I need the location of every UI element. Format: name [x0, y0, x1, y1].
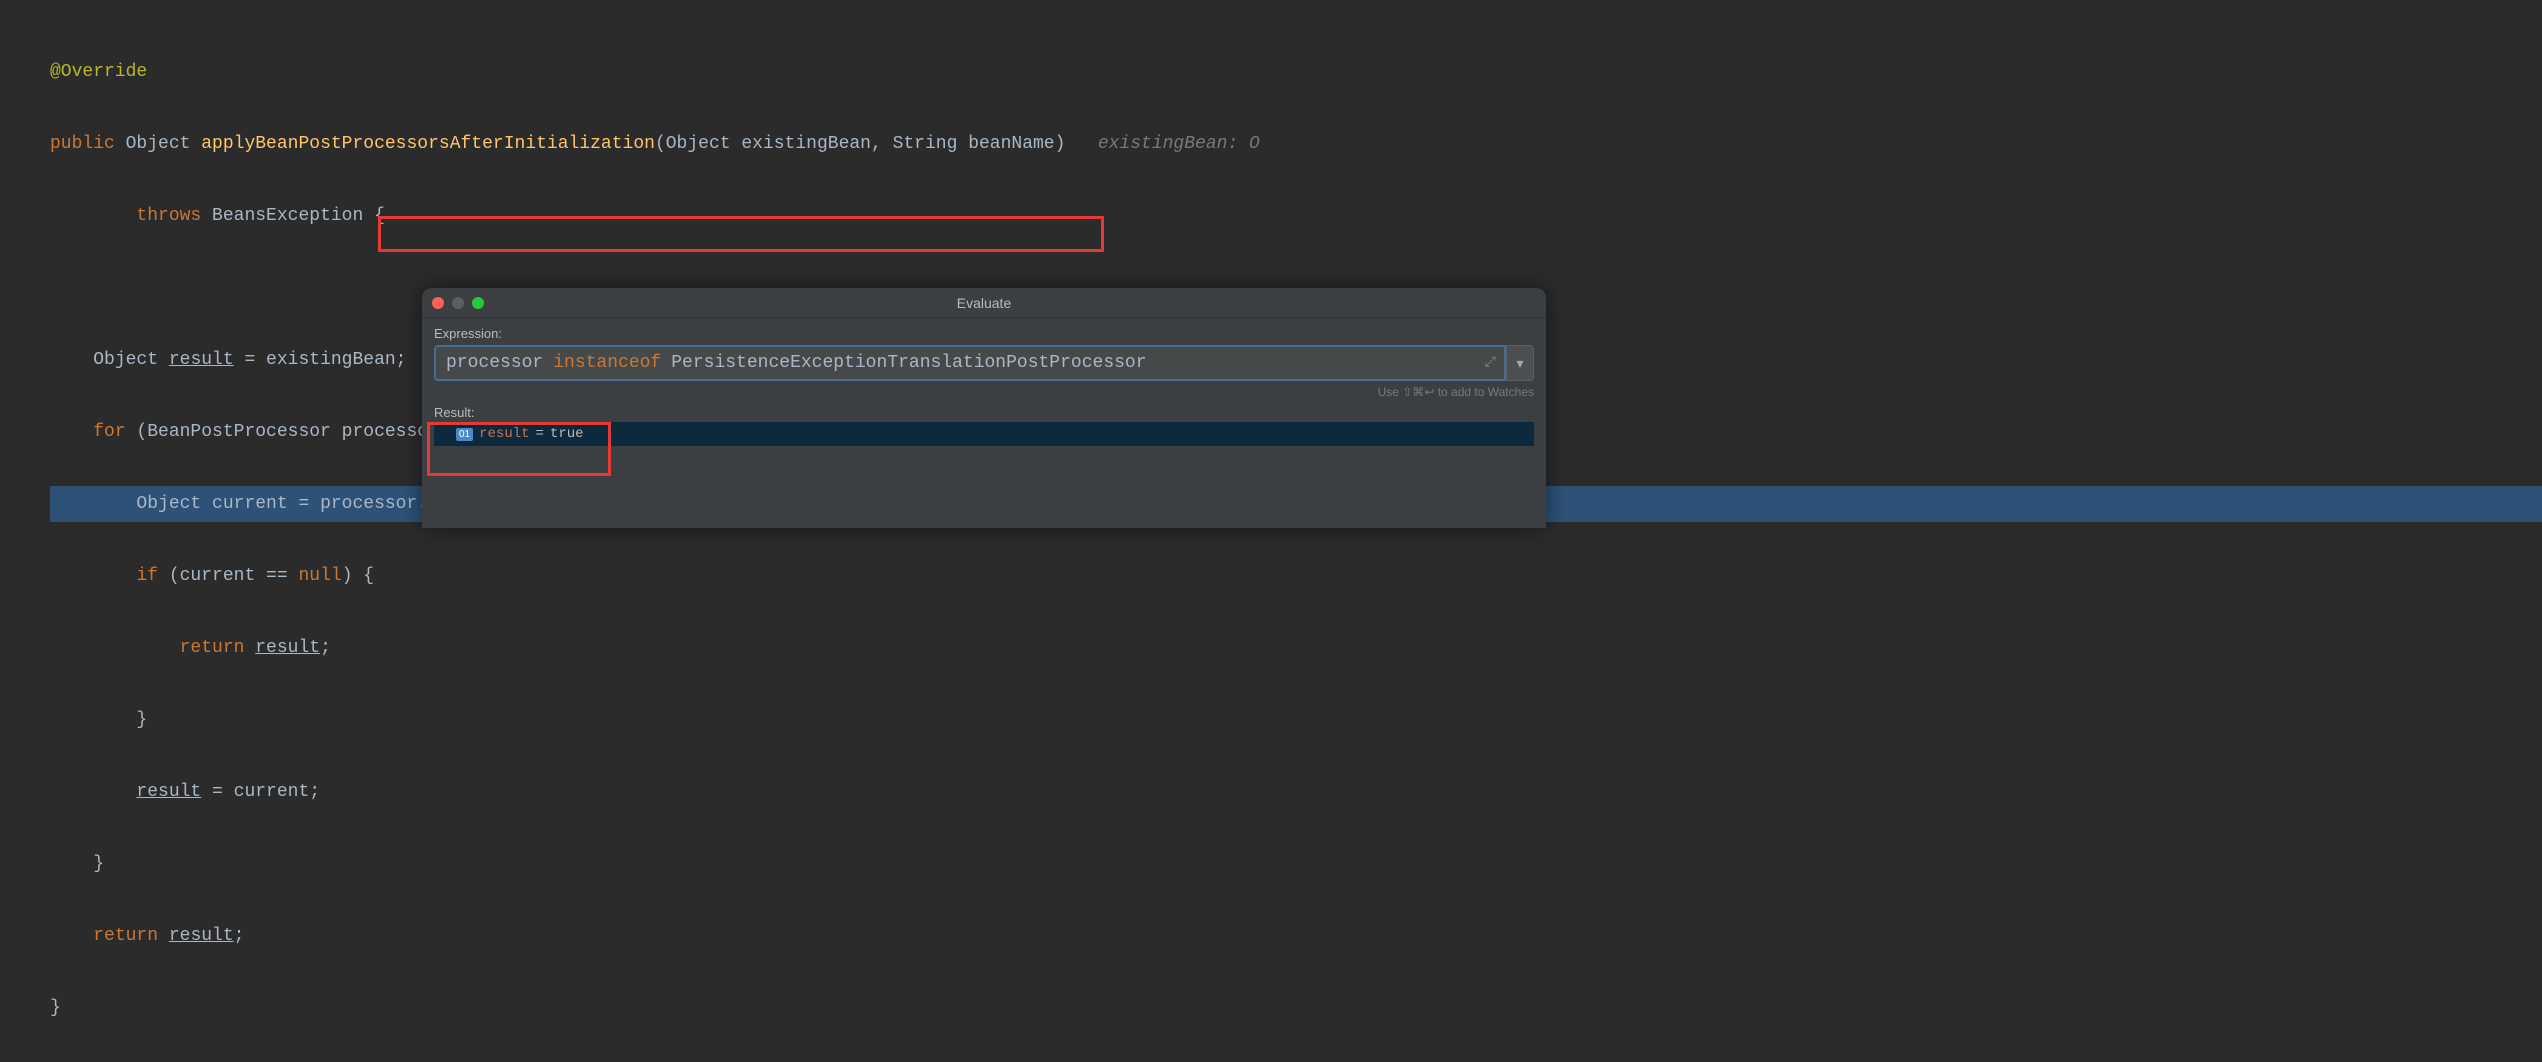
var-result-assign: result: [136, 782, 201, 802]
expr-token-processor: processor: [446, 353, 543, 373]
var-result: result: [169, 350, 234, 370]
decl-object: Object: [93, 350, 169, 370]
kw-if: if: [136, 566, 158, 586]
result-type-badge: 01: [456, 428, 473, 441]
shortcut-hint: Use ⇧⌘↩ to add to Watches: [434, 385, 1534, 399]
result-eq: =: [536, 426, 544, 442]
assign-current: = current;: [201, 782, 320, 802]
annotation-override: @Override: [50, 62, 147, 82]
minimize-button[interactable]: [452, 297, 464, 309]
result-var-name: result: [479, 426, 529, 442]
kw-public: public: [50, 134, 115, 154]
var-result-final: result: [169, 926, 234, 946]
throws-exc: BeansException {: [212, 206, 385, 226]
kw-return-2: return: [93, 926, 158, 946]
kw-throws: throws: [136, 206, 201, 226]
result-value: true: [550, 426, 584, 442]
inlay-existingbean-top: existingBean: O: [1098, 134, 1260, 154]
brace-close-method: }: [50, 998, 61, 1018]
expression-input[interactable]: processor instanceof PersistenceExceptio…: [434, 345, 1506, 381]
expr-token-class: PersistenceExceptionTranslationPostProce…: [671, 353, 1146, 373]
evaluate-dialog[interactable]: Evaluate Expression: processor instanceo…: [422, 288, 1546, 528]
expr-token-instanceof: instanceof: [553, 353, 661, 373]
semi-final: ;: [234, 926, 245, 946]
method-params: (Object existingBean, String beanName): [655, 134, 1065, 154]
close-button[interactable]: [432, 297, 444, 309]
kw-for: for: [93, 422, 125, 442]
semi-return: ;: [320, 638, 331, 658]
brace-close-for: }: [93, 854, 104, 874]
expand-icon[interactable]: ⤢: [1485, 355, 1496, 371]
code-editor[interactable]: @Override public Object applyBeanPostPro…: [0, 0, 2542, 1062]
method-name: applyBeanPostProcessorsAfterInitializati…: [201, 134, 655, 154]
brace-close-if: }: [136, 710, 147, 730]
if-rest: (current ==: [158, 566, 298, 586]
history-dropdown[interactable]: ▾: [1506, 345, 1534, 381]
type-object: Object: [126, 134, 191, 154]
chevron-down-icon: ▾: [1516, 355, 1523, 372]
decl-current: Object current =: [136, 494, 320, 514]
window-controls: [432, 297, 484, 309]
evaluate-titlebar[interactable]: Evaluate: [422, 288, 1546, 318]
evaluate-title: Evaluate: [422, 295, 1546, 311]
maximize-button[interactable]: [472, 297, 484, 309]
var-result-return: result: [255, 638, 320, 658]
kw-null: null: [298, 566, 341, 586]
result-label: Result:: [434, 405, 1534, 420]
result-row[interactable]: 01 result = true: [434, 422, 1534, 446]
kw-return: return: [180, 638, 245, 658]
expression-label: Expression:: [434, 326, 1534, 341]
assign-existing: = existingBean;: [234, 350, 407, 370]
if-close: ) {: [342, 566, 374, 586]
